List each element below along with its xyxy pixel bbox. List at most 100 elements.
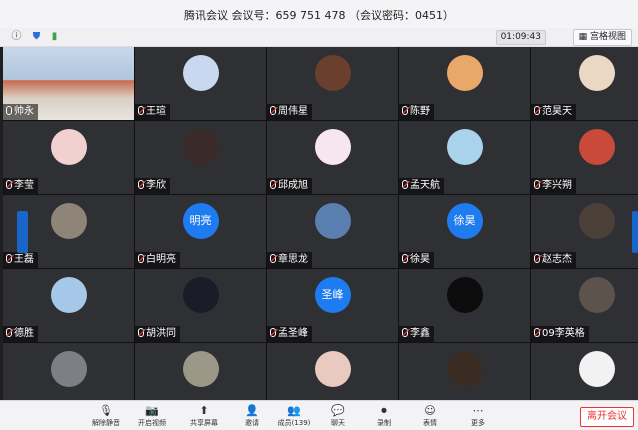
participant-tile[interactable]: 李欣 [135,121,266,194]
participant-name: 李兴朔 [531,178,576,194]
participant-tile[interactable]: 胡洪同 [135,269,266,342]
mic-muted-icon [138,254,144,263]
invite-button[interactable]: 👤 邀请 [234,404,270,428]
chat-label: 聊天 [331,419,345,427]
participant-tile[interactable]: 李兴朔 [531,121,638,194]
mic-muted-icon [270,254,276,263]
mic-muted-icon [270,106,276,115]
participant-name: 孟圣峰 [267,326,312,342]
more-label: 更多 [471,419,485,427]
participant-tile[interactable]: 李鑫 [399,269,530,342]
record-icon: ⏺ [381,404,387,417]
signal-icon[interactable]: ▮ [48,30,61,43]
title-bar: 腾讯会议 会议号：659 751 478 （会议密码：0451） [0,0,638,29]
participant-name-label: 徐昊 [410,254,430,265]
avatar [578,351,615,387]
participant-name: 李欣 [135,178,170,194]
avatar [314,351,351,387]
mic-muted-icon [138,328,144,337]
participant-tile[interactable]: 明亮白明亮 [135,195,266,268]
avatar [50,203,87,239]
participant-tile[interactable]: 圣峰 孟圣峰 [267,269,398,342]
start-video-button[interactable]: 📷 开启视频 [134,404,170,428]
participant-tile[interactable]: 周伟星 [267,47,398,120]
participant-name: 胡洪同 [135,326,180,342]
participant-name: 徐昊 [399,252,434,268]
reactions-label: 表情 [423,419,437,427]
share-screen-button[interactable]: ⬆ 共享屏幕 [186,404,222,428]
participant-tile[interactable]: 范昊天 [531,47,638,120]
participant-name-label: 李欣 [146,180,166,191]
avatar: 徐昊 [446,203,483,239]
leave-meeting-button[interactable]: 离开会议 [580,407,634,427]
start-video-label: 开启视频 [138,419,166,427]
avatar [446,277,483,313]
invite-icon: 👤 [245,404,259,417]
shield-icon[interactable]: ⛊ [30,30,43,43]
participant-name: 王磊 [3,252,38,268]
more-icon: ⋯ [472,404,484,417]
members-button[interactable]: 👥 成员(139) [276,404,312,428]
window-title: 腾讯会议 会议号：659 751 478 （会议密码：0451） [184,9,454,22]
participant-tile[interactable]: 孟天航 [399,121,530,194]
avatar: 圣峰 [314,277,351,313]
participant-name-label: 李鑫 [410,328,430,339]
share-screen-label: 共享屏幕 [190,419,218,427]
participant-name-label: 王磊 [14,254,34,265]
participant-tile[interactable]: 王瑄 [135,47,266,120]
participant-name-label: 胡洪同 [146,328,176,339]
avatar [50,277,87,313]
emoji-icon: ☺ [424,404,436,417]
avatar [578,203,615,239]
participant-grid: 帅永 王瑄 周伟星 陈野 范昊天 李莹 李欣 邱成旭 孟天航 李兴朔 王磊 明亮 白明亮 章思龙 徐昊 徐昊赵… [3,47,638,416]
participant-name-label: 王瑄 [146,106,166,117]
participant-name-label: 帅永 [14,106,34,117]
participant-name-label: 陈野 [410,106,430,117]
participant-name-label: 09李英格 [542,328,585,339]
participant-tile[interactable]: 赵志杰 [531,195,638,268]
bottom-toolbar: 🎙 解除静音 📷 开启视频 ⬆ 共享屏幕 👤 邀请 👥 成员(139) 💬 聊天 ⏺ 录制 ☺… [0,400,638,430]
avatar: 明亮 [182,203,219,239]
grid-view-button[interactable]: ▦ 宫格视图 [572,29,632,46]
reactions-button[interactable]: ☺ 表情 [412,404,448,428]
participant-tile[interactable]: 李莹 [3,121,134,194]
participant-name: 周伟星 [267,104,312,120]
mic-muted-icon [534,180,540,189]
participant-name-label: 赵志杰 [542,254,572,265]
chat-button[interactable]: 💬 聊天 [320,404,356,428]
avatar [314,129,351,165]
participant-name: 赵志杰 [531,252,576,268]
participant-name-label: 李莹 [14,180,34,191]
participant-name-label: 白明亮 [146,254,176,265]
participant-tile[interactable]: 徐昊 徐昊 [399,195,530,268]
participant-name-label: 德胜 [14,328,34,339]
more-button[interactable]: ⋯ 更多 [460,404,496,428]
participant-name: 帅永 [3,104,38,120]
participant-tile[interactable]: 德胜 [3,269,134,342]
participant-tile[interactable]: 09李英格 [531,269,638,342]
participant-tile[interactable]: 陈野 [399,47,530,120]
unmute-button[interactable]: 🎙 解除静音 [88,404,124,428]
avatar [446,55,483,91]
mic-muted-icon [6,254,12,263]
page-next-tab[interactable] [632,211,638,253]
mic-muted-icon [402,180,408,189]
avatar [50,129,87,165]
mic-muted-icon [138,180,144,189]
mic-muted-icon [6,180,12,189]
mic-muted-icon [534,106,540,115]
record-button[interactable]: ⏺ 录制 [366,404,402,428]
info-icon[interactable]: ⓘ [10,30,23,43]
participant-tile[interactable]: 章思龙 [267,195,398,268]
mic-muted-icon [402,106,408,115]
participant-name-label: 孟天航 [410,180,440,191]
avatar [578,129,615,165]
participant-tile[interactable]: 邱成旭 [267,121,398,194]
participant-name: 章思龙 [267,252,312,268]
avatar [182,277,219,313]
participant-name: 邱成旭 [267,178,312,194]
invite-label: 邀请 [245,419,259,427]
page-prev-tab[interactable] [17,211,28,253]
unmute-label: 解除静音 [92,419,120,427]
participant-tile[interactable]: 帅永 [3,47,134,120]
